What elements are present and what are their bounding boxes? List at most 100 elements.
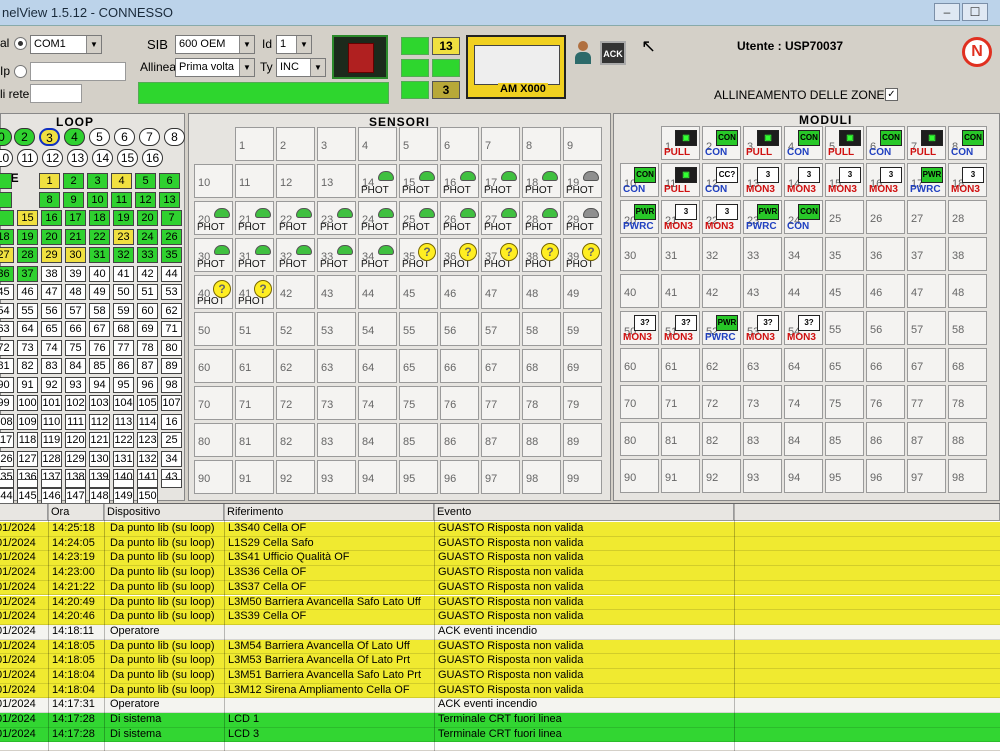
zone-cell[interactable]: 24 <box>137 228 158 245</box>
sensor-cell[interactable]: 72 <box>276 386 315 420</box>
log-row[interactable]: 01/2024 14:24:05 Da punto lib (su loop) L1S… <box>0 536 1000 552</box>
log-row[interactable]: 01/2024 14:25:18 Da punto lib (su loop) L3S… <box>0 522 1000 537</box>
zone-cell[interactable]: 20 <box>41 228 62 245</box>
sensor-cell[interactable]: 71 <box>235 386 274 420</box>
zone-cell[interactable]: 110 <box>41 413 62 430</box>
zone-cell[interactable]: 3 <box>87 173 108 189</box>
zone-cell[interactable]: 71 <box>161 321 182 337</box>
module-cell[interactable]: 44 <box>784 274 823 308</box>
sensor-cell[interactable]: 80 <box>194 423 233 457</box>
sensor-cell[interactable]: 33 PHOT <box>317 238 356 272</box>
sensor-cell[interactable]: 26 PHOT <box>440 201 479 235</box>
sensor-cell[interactable]: 39 PHOT? <box>563 238 602 272</box>
sensor-cell[interactable]: 87 <box>481 423 520 457</box>
sensor-cell[interactable]: 29 PHOT <box>563 201 602 235</box>
module-cell[interactable]: 67 <box>907 348 946 382</box>
module-cell[interactable]: 62 <box>702 348 741 382</box>
module-cell[interactable]: 92 <box>702 459 741 493</box>
sib-select[interactable]: 600 OEM ▼ <box>175 35 255 54</box>
sensor-cell[interactable]: 63 <box>317 349 356 383</box>
log-column-header[interactable] <box>734 504 1000 521</box>
loop-button[interactable]: 7 <box>139 128 160 146</box>
zone-cell[interactable]: 12 <box>135 191 156 208</box>
zone-cell[interactable]: 6 <box>159 173 180 189</box>
loop-button[interactable]: 13 <box>67 149 88 167</box>
zone-cell[interactable]: 72 <box>0 339 14 356</box>
module-cell[interactable]: 16 3 MON3 <box>866 163 905 197</box>
sensor-cell[interactable]: 37 PHOT? <box>481 238 520 272</box>
sensor-cell[interactable]: 64 <box>358 349 397 383</box>
loop-button[interactable]: 5 <box>89 128 110 146</box>
ty-select[interactable]: INC ▼ <box>276 58 326 77</box>
zone-cell[interactable]: 66 <box>65 321 86 337</box>
zone-cell[interactable]: 1 <box>39 173 60 189</box>
log-row[interactable]: 01/2024 14:17:31 Operatore ACK eventi incen… <box>0 698 1000 714</box>
module-cell[interactable]: 2 CON CON <box>702 126 741 160</box>
module-cell[interactable]: 47 <box>907 274 946 308</box>
maximize-button[interactable]: ☐ <box>962 3 988 21</box>
zone-cell[interactable]: 84 <box>65 358 86 374</box>
module-cell[interactable]: 91 <box>661 459 700 493</box>
zone-cell[interactable]: 131 <box>113 450 134 467</box>
sensor-cell[interactable]: 4 <box>358 127 397 161</box>
zone-cell[interactable]: 98 <box>161 376 182 393</box>
module-cell[interactable]: 76 <box>866 385 905 419</box>
zone-cell[interactable]: 87 <box>137 358 158 374</box>
zone-cell[interactable]: 11 <box>111 191 132 208</box>
module-cell[interactable]: 82 <box>702 422 741 456</box>
module-cell[interactable]: 72 <box>702 385 741 419</box>
sensor-cell[interactable]: 36 PHOT? <box>440 238 479 272</box>
zone-cell[interactable] <box>65 479 86 488</box>
module-cell[interactable]: 74 <box>784 385 823 419</box>
zone-cell[interactable]: 120 <box>65 432 86 448</box>
zone-cell[interactable]: 127 <box>17 450 38 467</box>
sensor-cell[interactable]: 46 <box>440 275 479 309</box>
module-cell[interactable]: 90 <box>620 459 659 493</box>
module-cell[interactable]: 56 <box>866 311 905 345</box>
loop-button[interactable]: 3 <box>39 128 60 146</box>
module-cell[interactable]: 28 <box>948 200 987 234</box>
zone-cell[interactable]: 119 <box>41 432 62 448</box>
zone-cell[interactable]: 121 <box>89 432 110 448</box>
zone-cell[interactable]: 108 <box>0 413 14 430</box>
zone-cell[interactable]: 15 <box>17 210 38 226</box>
zone-cell[interactable]: 113 <box>113 413 134 430</box>
loop-button[interactable]: 11 <box>17 149 38 167</box>
sensor-cell[interactable]: 86 <box>440 423 479 457</box>
zone-cell[interactable]: 86 <box>113 358 134 374</box>
module-cell[interactable]: 94 <box>784 459 823 493</box>
zone-cell[interactable] <box>0 210 14 226</box>
zone-cell[interactable]: 111 <box>65 413 86 430</box>
zone-cell[interactable]: 128 <box>41 450 62 467</box>
sensor-cell[interactable]: 69 <box>563 349 602 383</box>
sensor-cell[interactable]: 99 <box>563 460 602 494</box>
zone-cell[interactable]: 148 <box>89 487 110 504</box>
zone-cell[interactable]: 150 <box>137 487 158 504</box>
zone-cell[interactable]: 2 <box>63 173 84 189</box>
zone-cell[interactable]: 62 <box>161 302 182 319</box>
zone-cell[interactable]: 69 <box>137 321 158 337</box>
module-cell[interactable]: 53 3? MON3 <box>743 311 782 345</box>
sensor-cell[interactable]: 22 PHOT <box>276 201 315 235</box>
log-row[interactable]: 01/2024 14:18:04 Da punto lib (su loop) L3M… <box>0 683 1000 699</box>
zone-cell[interactable]: 109 <box>17 413 38 430</box>
sensor-cell[interactable]: 59 <box>563 312 602 346</box>
zone-cell[interactable]: 58 <box>89 302 110 319</box>
zone-cell[interactable]: 107 <box>161 395 182 411</box>
module-cell[interactable]: 33 <box>743 237 782 271</box>
loop-button[interactable]: 0 <box>0 128 12 146</box>
sensor-cell[interactable]: 21 PHOT <box>235 201 274 235</box>
zone-cell[interactable]: 55 <box>17 302 38 319</box>
sensor-cell[interactable]: 15 PHOT <box>399 164 438 198</box>
sensor-cell[interactable]: 92 <box>276 460 315 494</box>
loop-button[interactable]: 14 <box>92 149 113 167</box>
zone-cell[interactable] <box>0 191 12 208</box>
zone-cell[interactable]: 49 <box>89 284 110 300</box>
com-port-select[interactable]: COM1 ▼ <box>30 35 102 54</box>
module-cell[interactable]: 35 <box>825 237 864 271</box>
sensor-cell[interactable]: 73 <box>317 386 356 420</box>
sensor-cell[interactable]: 85 <box>399 423 438 457</box>
module-cell[interactable]: 64 <box>784 348 823 382</box>
module-cell[interactable]: 81 <box>661 422 700 456</box>
sensor-cell[interactable]: 84 <box>358 423 397 457</box>
